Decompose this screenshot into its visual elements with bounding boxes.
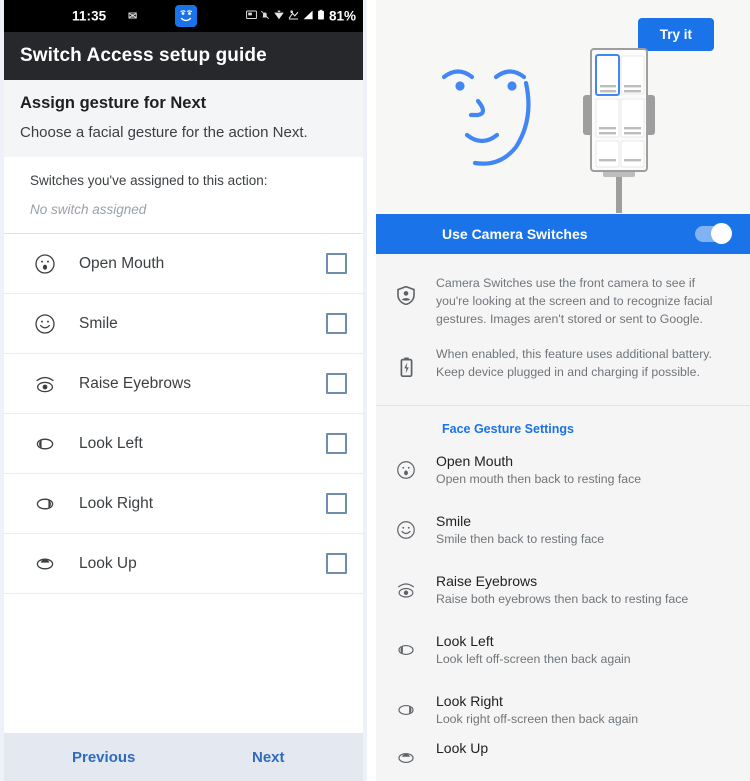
vpn-icon [288, 9, 299, 23]
info-row: Camera Switches use the front camera to … [376, 268, 728, 339]
list-item-description: Raise both eyebrows then back to resting… [436, 592, 689, 607]
page-title: Switch Access setup guide [20, 45, 267, 66]
camera-switches-face-icon [175, 5, 197, 27]
assigned-switches-block: Switches you've assigned to this action:… [4, 157, 363, 234]
list-item-title: Look Right [436, 693, 503, 710]
left-phone-viewport: 11:35 ✉ 81% Switch Access setup guide As… [4, 0, 363, 781]
list-item-description: Open mouth then back to resting face [436, 472, 642, 487]
list-item[interactable]: Look Up [4, 534, 363, 594]
face-gesture-settings-title: Face Gesture Settings [376, 405, 750, 440]
list-item-text: Raise Eyebrows Raise both eyebrows then … [436, 573, 750, 606]
gesture-checkbox[interactable] [326, 553, 347, 574]
look-left-eye-icon [376, 638, 436, 662]
list-item[interactable]: Look Left [4, 414, 363, 474]
look-right-eye-icon [376, 698, 436, 722]
list-item-description: Smile then back to resting face [436, 532, 605, 547]
gesture-checkbox[interactable] [326, 373, 347, 394]
smile-face-icon [376, 519, 436, 541]
list-item-text: Look Up [436, 740, 750, 759]
list-item[interactable]: Look Up [376, 739, 750, 770]
list-item[interactable]: Look Right [4, 474, 363, 534]
list-item-title: Look Left [436, 633, 494, 650]
smile-face-icon [30, 309, 60, 339]
signal-icon [302, 9, 314, 23]
gesture-checkbox[interactable] [326, 433, 347, 454]
list-item[interactable]: Look Left Look left off-screen then back… [376, 619, 750, 680]
status-bar: 11:35 ✉ 81% [4, 0, 363, 32]
info-block: Camera Switches use the front camera to … [376, 254, 750, 406]
info-row: When enabled, this feature uses addition… [376, 339, 728, 391]
list-item-title: Raise Eyebrows [436, 573, 538, 590]
look-right-eye-icon [30, 489, 60, 519]
look-up-eye-icon [30, 549, 60, 579]
info-text: Camera Switches use the front camera to … [436, 276, 713, 327]
list-item-description: Look right off-screen then back again [436, 712, 639, 727]
assigned-switches-value: No switch assigned [30, 202, 147, 217]
list-item-label: Look Up [79, 554, 137, 572]
toggle-knob [711, 223, 732, 244]
list-item-label: Smile [79, 314, 118, 332]
wifi-icon [273, 9, 285, 23]
use-camera-switches-toggle[interactable] [695, 223, 732, 244]
use-camera-switches-label: Use Camera Switches [442, 226, 588, 242]
dual-screenshot-container: 11:35 ✉ 81% Switch Access setup guide As… [0, 0, 750, 781]
illustration-phone-scanning-icon [569, 45, 669, 220]
left-phone-screen: 11:35 ✉ 81% Switch Access setup guide As… [0, 0, 367, 781]
battery-icon [317, 9, 325, 23]
list-item-text: Look Right Look right off-screen then ba… [436, 693, 750, 726]
intro-block: Assign gesture for Next Choose a facial … [4, 80, 363, 157]
list-item-text: Look Left Look left off-screen then back… [436, 633, 750, 666]
gesture-checkbox-list: Open Mouth Smile Raise Eyebrows Look Lef… [4, 234, 363, 594]
info-text: When enabled, this feature uses addition… [436, 346, 712, 379]
app-bar: Switch Access setup guide [4, 32, 363, 80]
face-gesture-settings-list: Open Mouth Open mouth then back to resti… [376, 439, 750, 770]
list-item-label: Open Mouth [79, 254, 165, 272]
screenshot-icon [246, 9, 257, 23]
list-item[interactable]: Smile Smile then back to resting face [376, 499, 750, 560]
status-bar-time: 11:35 [72, 8, 107, 24]
intro-title: Assign gesture for Next [20, 94, 207, 112]
open-mouth-face-icon [376, 459, 436, 481]
assigned-switches-label: Switches you've assigned to this action: [30, 173, 268, 188]
battery-percent: 81% [328, 8, 356, 24]
list-item-label: Raise Eyebrows [79, 374, 191, 392]
hero-illustration-area: Try it [376, 0, 750, 214]
raise-eyebrows-eye-icon [30, 369, 60, 399]
list-item-label: Look Right [79, 494, 154, 512]
list-item[interactable]: Raise Eyebrows Raise both eyebrows then … [376, 559, 750, 620]
previous-button[interactable]: Previous [72, 749, 135, 766]
gesture-checkbox[interactable] [326, 253, 347, 274]
list-item[interactable]: Smile [4, 294, 363, 354]
list-item-label: Look Left [79, 434, 143, 452]
illustration-face-icon [434, 53, 552, 178]
open-mouth-face-icon [30, 249, 60, 279]
list-item[interactable]: Open Mouth Open mouth then back to resti… [376, 439, 750, 500]
right-phone-viewport: Try it Use Camera Switches Camera Switch… [376, 0, 750, 781]
list-item-text: Smile Smile then back to resting face [436, 513, 750, 546]
notifications-off-icon [260, 9, 270, 23]
list-item[interactable]: Look Right Look right off-screen then ba… [376, 679, 750, 740]
intro-subtitle: Choose a facial gesture for the action N… [20, 124, 308, 141]
look-left-eye-icon [30, 429, 60, 459]
bottom-navigation-bar: Previous Next [4, 733, 363, 781]
list-item-title: Look Up [436, 739, 489, 756]
raise-eyebrows-eye-icon [376, 578, 436, 602]
list-item-title: Open Mouth [436, 453, 514, 470]
list-item-description: Look left off-screen then back again [436, 652, 631, 667]
battery-charging-icon [376, 345, 436, 377]
gesture-checkbox[interactable] [326, 493, 347, 514]
next-button[interactable]: Next [252, 749, 285, 766]
privacy-shield-icon [376, 274, 436, 305]
list-item[interactable]: Raise Eyebrows [4, 354, 363, 414]
status-bar-icons: 81% [246, 9, 356, 24]
look-up-eye-icon [376, 740, 436, 770]
list-item-title: Smile [436, 513, 472, 530]
mail-icon: ✉ [128, 10, 138, 23]
use-camera-switches-row[interactable]: Use Camera Switches [376, 214, 750, 254]
list-item-text: Open Mouth Open mouth then back to resti… [436, 453, 750, 486]
list-empty-space [4, 594, 363, 733]
right-phone-screen: Try it Use Camera Switches Camera Switch… [367, 0, 750, 781]
list-item[interactable]: Open Mouth [4, 234, 363, 294]
gesture-checkbox[interactable] [326, 313, 347, 334]
